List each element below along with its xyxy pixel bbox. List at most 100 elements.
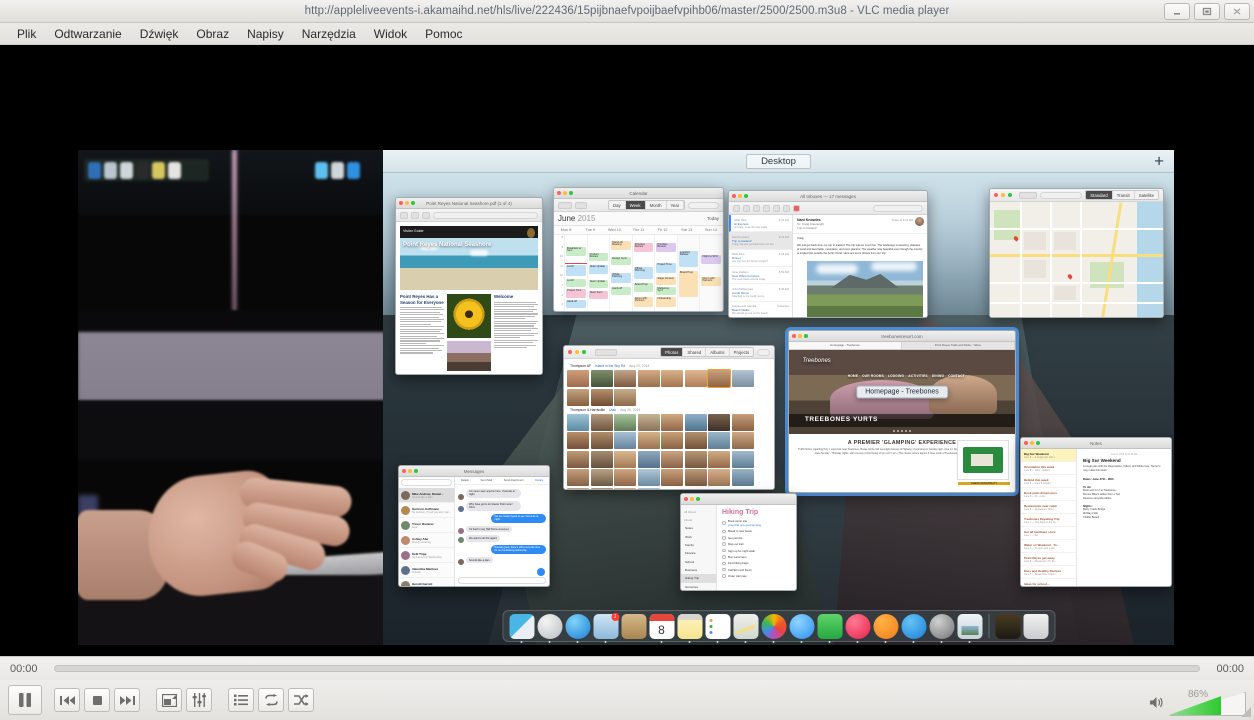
notes-folder-finance[interactable]: Finance	[681, 549, 716, 557]
contacts-icon[interactable]	[621, 613, 646, 639]
maps-canvas[interactable]	[990, 202, 1163, 317]
thread-tab-send-attachment[interactable]: Send Attachment	[504, 479, 524, 482]
calendar-event[interactable]: Marketing Sync	[656, 287, 676, 295]
calendar-today-button[interactable]: Today	[707, 216, 719, 221]
notes-folder-business[interactable]: Business	[681, 566, 716, 574]
close-dot-icon[interactable]	[684, 497, 688, 501]
maps-icon[interactable]	[733, 613, 758, 643]
checkbox-icon[interactable]	[722, 574, 726, 578]
note-list-item[interactable]: Get all hardware store June 7 — list	[1021, 527, 1076, 540]
photo-thumbnail[interactable]	[731, 450, 754, 468]
calendar-day-column[interactable]: Stand-Up Meeting Design Sync Offsite Pla…	[610, 235, 633, 311]
checklist-item[interactable]: Book camp site yosemite.nps.gov/camping	[722, 519, 791, 527]
calendar-event[interactable]: Team Update	[588, 280, 609, 288]
photos-grid-area[interactable]: Thompson AF Island in the Sky Rd Aug 20,…	[564, 359, 774, 489]
minimize-dot-icon[interactable]	[1001, 193, 1005, 197]
checklist-item[interactable]: Find hiking bags	[722, 561, 791, 565]
calendar-event[interactable]: Stage Content	[656, 277, 676, 285]
calendar-event[interactable]: Stand-Up Meeting	[611, 241, 631, 250]
photo-thumbnail[interactable]	[590, 388, 613, 406]
photo-thumbnail[interactable]	[614, 388, 636, 406]
note-list-item[interactable]: Orientation this week June 8 — table - p…	[1021, 462, 1076, 475]
menu-plik[interactable]: Plik	[8, 25, 45, 43]
menu-napisy[interactable]: Napisy	[238, 25, 293, 43]
notes-bigsur-content[interactable]: June 8, 2015 at 10:48 AM Big Sur Weekend…	[1077, 449, 1171, 586]
calendar-event[interactable]: Offsite Planning	[611, 273, 631, 283]
zoom-dot-icon[interactable]	[411, 201, 415, 205]
checkbox-icon[interactable]	[722, 548, 726, 553]
messages-search-field[interactable]	[401, 479, 452, 486]
safari-icon[interactable]	[565, 613, 590, 643]
calendar-event[interactable]: Onboarding	[656, 297, 676, 307]
zoom-dot-icon[interactable]	[804, 334, 808, 338]
calendar-event[interactable]: Team Sync	[588, 291, 609, 299]
menu-dzwiek[interactable]: Dźwięk	[131, 25, 188, 43]
notes-folder-work[interactable]: Work	[681, 532, 716, 540]
note-list-item[interactable]: Water on Weekend - To... June 6 — To roo…	[1021, 540, 1076, 553]
sidebar-toggle-icon[interactable]	[400, 211, 408, 219]
preview-icon[interactable]	[957, 613, 982, 643]
effects-button[interactable]	[186, 688, 212, 712]
photos-tab-segmented[interactable]: Photos Shared Albums Projects	[660, 347, 755, 357]
photos-tab-projects[interactable]: Projects	[729, 348, 754, 356]
minimize-dot-icon[interactable]	[798, 334, 802, 338]
safari-tab[interactable]: Point Reyes Trails and Parks - Yahoo	[902, 342, 1015, 349]
mail-list-item[interactable]: Angela and Camilla Yesterday Beach Walks …	[729, 302, 792, 317]
close-dot-icon[interactable]	[399, 201, 403, 205]
photo-thumbnail[interactable]	[661, 469, 683, 486]
notes-folder-groceries[interactable]: Groceries	[681, 583, 716, 590]
checkbox-icon[interactable]	[722, 521, 726, 525]
photo-thumbnail[interactable]	[567, 450, 589, 468]
checklist-item[interactable]: Call Erin and Kevin	[722, 568, 791, 572]
calendar-event[interactable]: Offsite Planning	[633, 267, 654, 279]
mail-icon[interactable]: 1	[593, 612, 619, 643]
notes-list[interactable]: Big Sur Weekend June 8 — A rough plan wi…	[1021, 449, 1077, 586]
menu-narzedzia[interactable]: Narzędzia	[293, 25, 365, 43]
checkbox-icon[interactable]	[722, 542, 726, 546]
fullscreen-button[interactable]	[156, 688, 182, 712]
downloads-stack-icon[interactable]	[995, 613, 1020, 639]
app-store-icon[interactable]	[901, 613, 926, 643]
nav-dining[interactable]: DINING	[932, 374, 944, 378]
photo-thumbnail[interactable]	[567, 432, 589, 449]
minimize-button[interactable]	[1164, 3, 1190, 20]
photo-thumbnail[interactable]	[731, 370, 754, 387]
volume-slider[interactable]: 86%	[1168, 689, 1246, 716]
calendar-event[interactable]: Project Time	[566, 289, 586, 298]
space-desktop-thumbnail[interactable]: Desktop	[746, 153, 811, 169]
calendar-day-column[interactable]: Priorities Review Project Time Stage Con…	[655, 235, 678, 311]
calendar-event[interactable]: Product Review	[588, 253, 609, 261]
new-message-icon[interactable]	[743, 204, 750, 212]
notes-folder-school[interactable]: School	[681, 558, 716, 566]
calendar-event[interactable]: Board Prep	[633, 283, 654, 292]
photo-thumbnail[interactable]	[708, 413, 730, 431]
send-attachment-icon[interactable]	[537, 568, 545, 576]
calendar-view-year[interactable]: Year	[666, 201, 685, 209]
menu-widok[interactable]: Widok	[365, 25, 416, 43]
notes-folder-notes[interactable]: Notes	[681, 524, 716, 532]
safari-tab-bar[interactable]: Homepage - Treebones Point Reyes Trails …	[789, 342, 1015, 350]
zoom-in-icon[interactable]	[422, 211, 430, 219]
minimize-dot-icon[interactable]	[575, 350, 579, 354]
photo-thumbnail[interactable]	[637, 469, 660, 486]
checkbox-icon[interactable]	[722, 536, 726, 540]
window-preview[interactable]: Point Reyes National Seashore.pdf (1 of …	[395, 197, 543, 375]
playlist-button[interactable]	[228, 688, 254, 712]
photo-thumbnail[interactable]	[684, 370, 707, 387]
calendar-event[interactable]: Hand-off	[611, 287, 631, 295]
window-messages[interactable]: Messages Mike Andrew, Daniel... Sounds l…	[398, 465, 550, 587]
photo-thumbnail[interactable]	[684, 413, 707, 431]
treebones-site-nav[interactable]: HOME OUR ROOMS LODGING ACTIVITIES DINING…	[848, 374, 965, 378]
close-dot-icon[interactable]	[792, 334, 796, 338]
photo-thumbnail[interactable]	[637, 432, 660, 449]
photo-thumbnail[interactable]	[684, 432, 707, 449]
reminders-icon[interactable]	[705, 613, 730, 643]
photo-thumbnail[interactable]	[614, 450, 636, 468]
note-list-item[interactable]: Point Reyes get away June 6 — Weekend in…	[1021, 553, 1076, 566]
nav-home[interactable]: HOME	[848, 374, 858, 378]
maps-mode-transit[interactable]: Transit	[1112, 191, 1135, 199]
notes-sidebar[interactable]: All iCloud iCloud Notes Work Family Fina…	[681, 505, 717, 590]
note-list-item[interactable]: Big Sur Weekend June 8 — A rough plan wi…	[1021, 449, 1076, 462]
maps-search-field[interactable]	[1040, 191, 1083, 199]
zoom-dot-icon[interactable]	[414, 469, 418, 473]
